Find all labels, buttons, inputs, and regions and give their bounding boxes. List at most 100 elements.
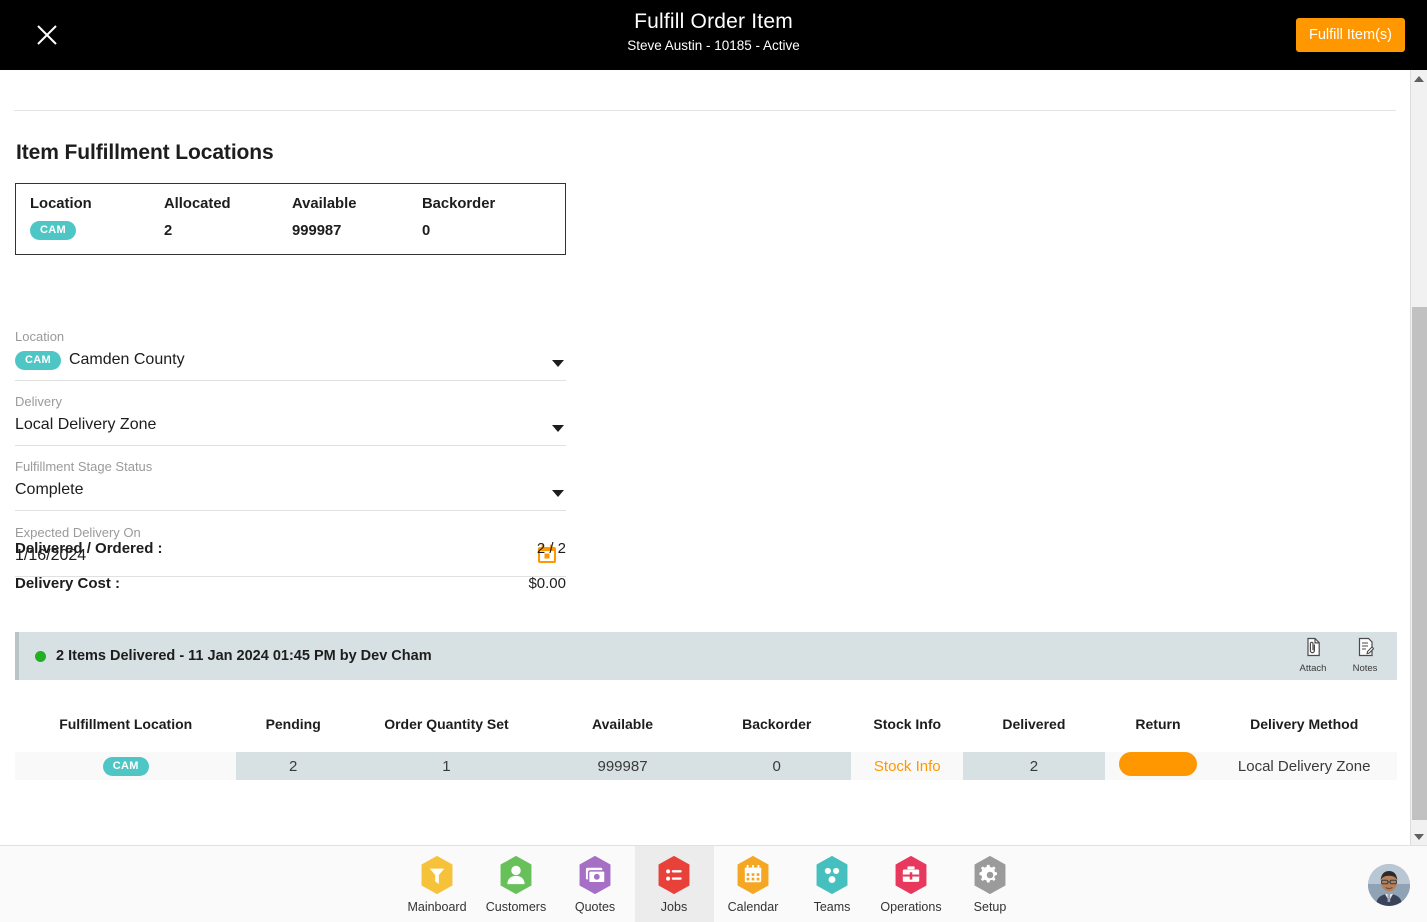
- table-header-backorder: Backorder: [702, 698, 852, 752]
- field-expected-delivery-label: Expected Delivery On: [15, 525, 141, 540]
- summary-col-allocated: Allocated 2: [164, 196, 231, 239]
- nav-item-customers[interactable]: Customers: [477, 846, 556, 922]
- nav-item-calendar[interactable]: Calendar: [714, 846, 793, 922]
- cell-delivered: 2: [963, 752, 1105, 780]
- summary-col-available: Available 999987: [292, 196, 356, 239]
- total-delivery-cost: Delivery Cost : $0.00: [15, 575, 566, 592]
- setup-icon: [974, 855, 1006, 895]
- delivery-status-bar: 2 Items Delivered - 11 Jan 2024 01:45 PM…: [15, 632, 1397, 680]
- fulfillment-table: Fulfillment Location Pending Order Quant…: [15, 698, 1397, 780]
- total-delivered-ordered-label: Delivered / Ordered :: [15, 540, 163, 557]
- field-delivery-value: Local Delivery Zone: [15, 416, 157, 433]
- field-delivery-label: Delivery: [15, 394, 62, 409]
- field-delivery[interactable]: Delivery Local Delivery Zone: [15, 393, 566, 446]
- bottom-nav-items: Mainboard Customers Quotes Jobs Calendar…: [0, 846, 1427, 922]
- nav-item-teams[interactable]: Teams: [793, 846, 872, 922]
- total-delivered-ordered-value: 2 / 2: [536, 540, 566, 557]
- field-location[interactable]: Location CAM Camden County: [15, 328, 566, 381]
- summary-header-backorder: Backorder: [422, 196, 496, 212]
- quotes-icon: [579, 855, 611, 895]
- cell-stock-info[interactable]: Stock Info: [851, 752, 964, 780]
- field-stage-value: Complete: [15, 481, 84, 498]
- table-header-delivered: Delivered: [963, 698, 1105, 752]
- scroll-down-button[interactable]: [1411, 828, 1427, 845]
- scroll-up-button[interactable]: [1411, 70, 1427, 87]
- bottom-navigation: Mainboard Customers Quotes Jobs Calendar…: [0, 845, 1427, 922]
- summary-value-backorder: 0: [422, 223, 431, 239]
- summary-header-location: Location: [30, 196, 92, 212]
- table-header-return: Return: [1104, 698, 1212, 752]
- cell-fulfillment-location: CAM: [15, 752, 237, 780]
- table-header-available: Available: [542, 698, 703, 752]
- table-header-delivery-method: Delivery Method: [1211, 698, 1397, 752]
- table-header-fulfillment-location: Fulfillment Location: [15, 698, 237, 752]
- total-delivery-cost-value: $0.00: [528, 575, 566, 592]
- teams-icon: [816, 855, 848, 895]
- summary-col-backorder: Backorder 0: [422, 196, 495, 239]
- nav-item-mainboard[interactable]: Mainboard: [398, 846, 477, 922]
- mainboard-icon: [421, 855, 453, 895]
- nav-label-teams: Teams: [813, 900, 851, 914]
- stock-info-link[interactable]: Stock Info: [874, 758, 941, 775]
- field-location-text: Camden County: [68, 351, 185, 368]
- field-location-label: Location: [15, 329, 65, 344]
- operations-icon: [895, 855, 927, 895]
- vertical-scrollbar[interactable]: [1410, 70, 1427, 845]
- notes-icon: [1357, 637, 1374, 662]
- fulfill-items-button[interactable]: Fulfill Item(s): [1296, 18, 1405, 52]
- nav-item-operations[interactable]: Operations: [872, 846, 951, 922]
- content-area: Item Fulfillment Locations Location CAM …: [0, 70, 1410, 845]
- customers-icon: [500, 855, 532, 895]
- scrollbar-thumb[interactable]: [1412, 307, 1427, 820]
- table-header-stock-info: Stock Info: [851, 698, 964, 752]
- table-header-pending: Pending: [236, 698, 350, 752]
- cell-delivery-method: Local Delivery Zone: [1211, 752, 1397, 780]
- cell-available: 999987: [542, 752, 703, 780]
- summary-header-available: Available: [292, 196, 357, 212]
- chevron-down-icon[interactable]: [552, 490, 564, 497]
- scroll-up-icon: [1414, 75, 1424, 82]
- cell-order-quantity-set: 1: [349, 752, 543, 780]
- status-dot-icon: [35, 650, 46, 662]
- fulfill-order-item-page: Fulfill Order Item Steve Austin - 10185 …: [0, 0, 1427, 922]
- table-row[interactable]: CAM 2 1 999987 0 Stock Info 2 Local Deli…: [15, 752, 1397, 780]
- nav-item-setup[interactable]: Setup: [951, 846, 1030, 922]
- summary-value-location: CAM: [30, 220, 92, 240]
- fulfillment-summary-box: Location CAM Allocated 2 Available 99998…: [15, 183, 566, 255]
- nav-item-quotes[interactable]: Quotes: [556, 846, 635, 922]
- status-actions: Attach Notes: [1293, 637, 1385, 674]
- status-accent-stripe: [15, 632, 19, 680]
- status-text: 2 Items Delivered - 11 Jan 2024 01:45 PM…: [56, 648, 432, 664]
- nav-label-jobs: Jobs: [660, 900, 688, 914]
- nav-label-quotes: Quotes: [574, 900, 616, 914]
- jobs-icon: [658, 855, 690, 895]
- scroll-down-icon: [1414, 833, 1424, 840]
- field-location-value: CAM Camden County: [15, 348, 566, 372]
- avatar[interactable]: [1368, 864, 1410, 906]
- return-toggle[interactable]: [1118, 752, 1197, 776]
- nav-label-calendar: Calendar: [727, 900, 779, 914]
- table-header-order-quantity-set: Order Quantity Set: [349, 698, 543, 752]
- notes-button[interactable]: Notes: [1345, 637, 1385, 674]
- cell-backorder: 0: [702, 752, 852, 780]
- header-divider: [14, 110, 1396, 111]
- attach-label: Attach: [1299, 663, 1327, 674]
- cell-pending: 2: [236, 752, 350, 780]
- nav-label-mainboard: Mainboard: [407, 900, 467, 914]
- attach-icon: [1305, 637, 1322, 662]
- location-badge: CAM: [102, 757, 149, 776]
- chevron-down-icon[interactable]: [552, 360, 564, 367]
- cell-return[interactable]: [1104, 752, 1212, 780]
- modal-title-group: Fulfill Order Item Steve Austin - 10185 …: [0, 0, 1427, 56]
- summary-value-allocated: 2: [164, 223, 173, 239]
- location-badge: CAM: [15, 350, 61, 370]
- field-fulfillment-stage-status[interactable]: Fulfillment Stage Status Complete: [15, 458, 566, 511]
- section-title: Item Fulfillment Locations: [16, 141, 274, 164]
- notes-label: Notes: [1352, 663, 1378, 674]
- chevron-down-icon[interactable]: [552, 425, 564, 432]
- nav-label-customers: Customers: [485, 900, 547, 914]
- summary-value-available: 999987: [292, 223, 342, 239]
- attach-button[interactable]: Attach: [1293, 637, 1333, 674]
- page-subtitle: Steve Austin - 10185 - Active: [627, 38, 800, 53]
- nav-item-jobs[interactable]: Jobs: [634, 846, 714, 922]
